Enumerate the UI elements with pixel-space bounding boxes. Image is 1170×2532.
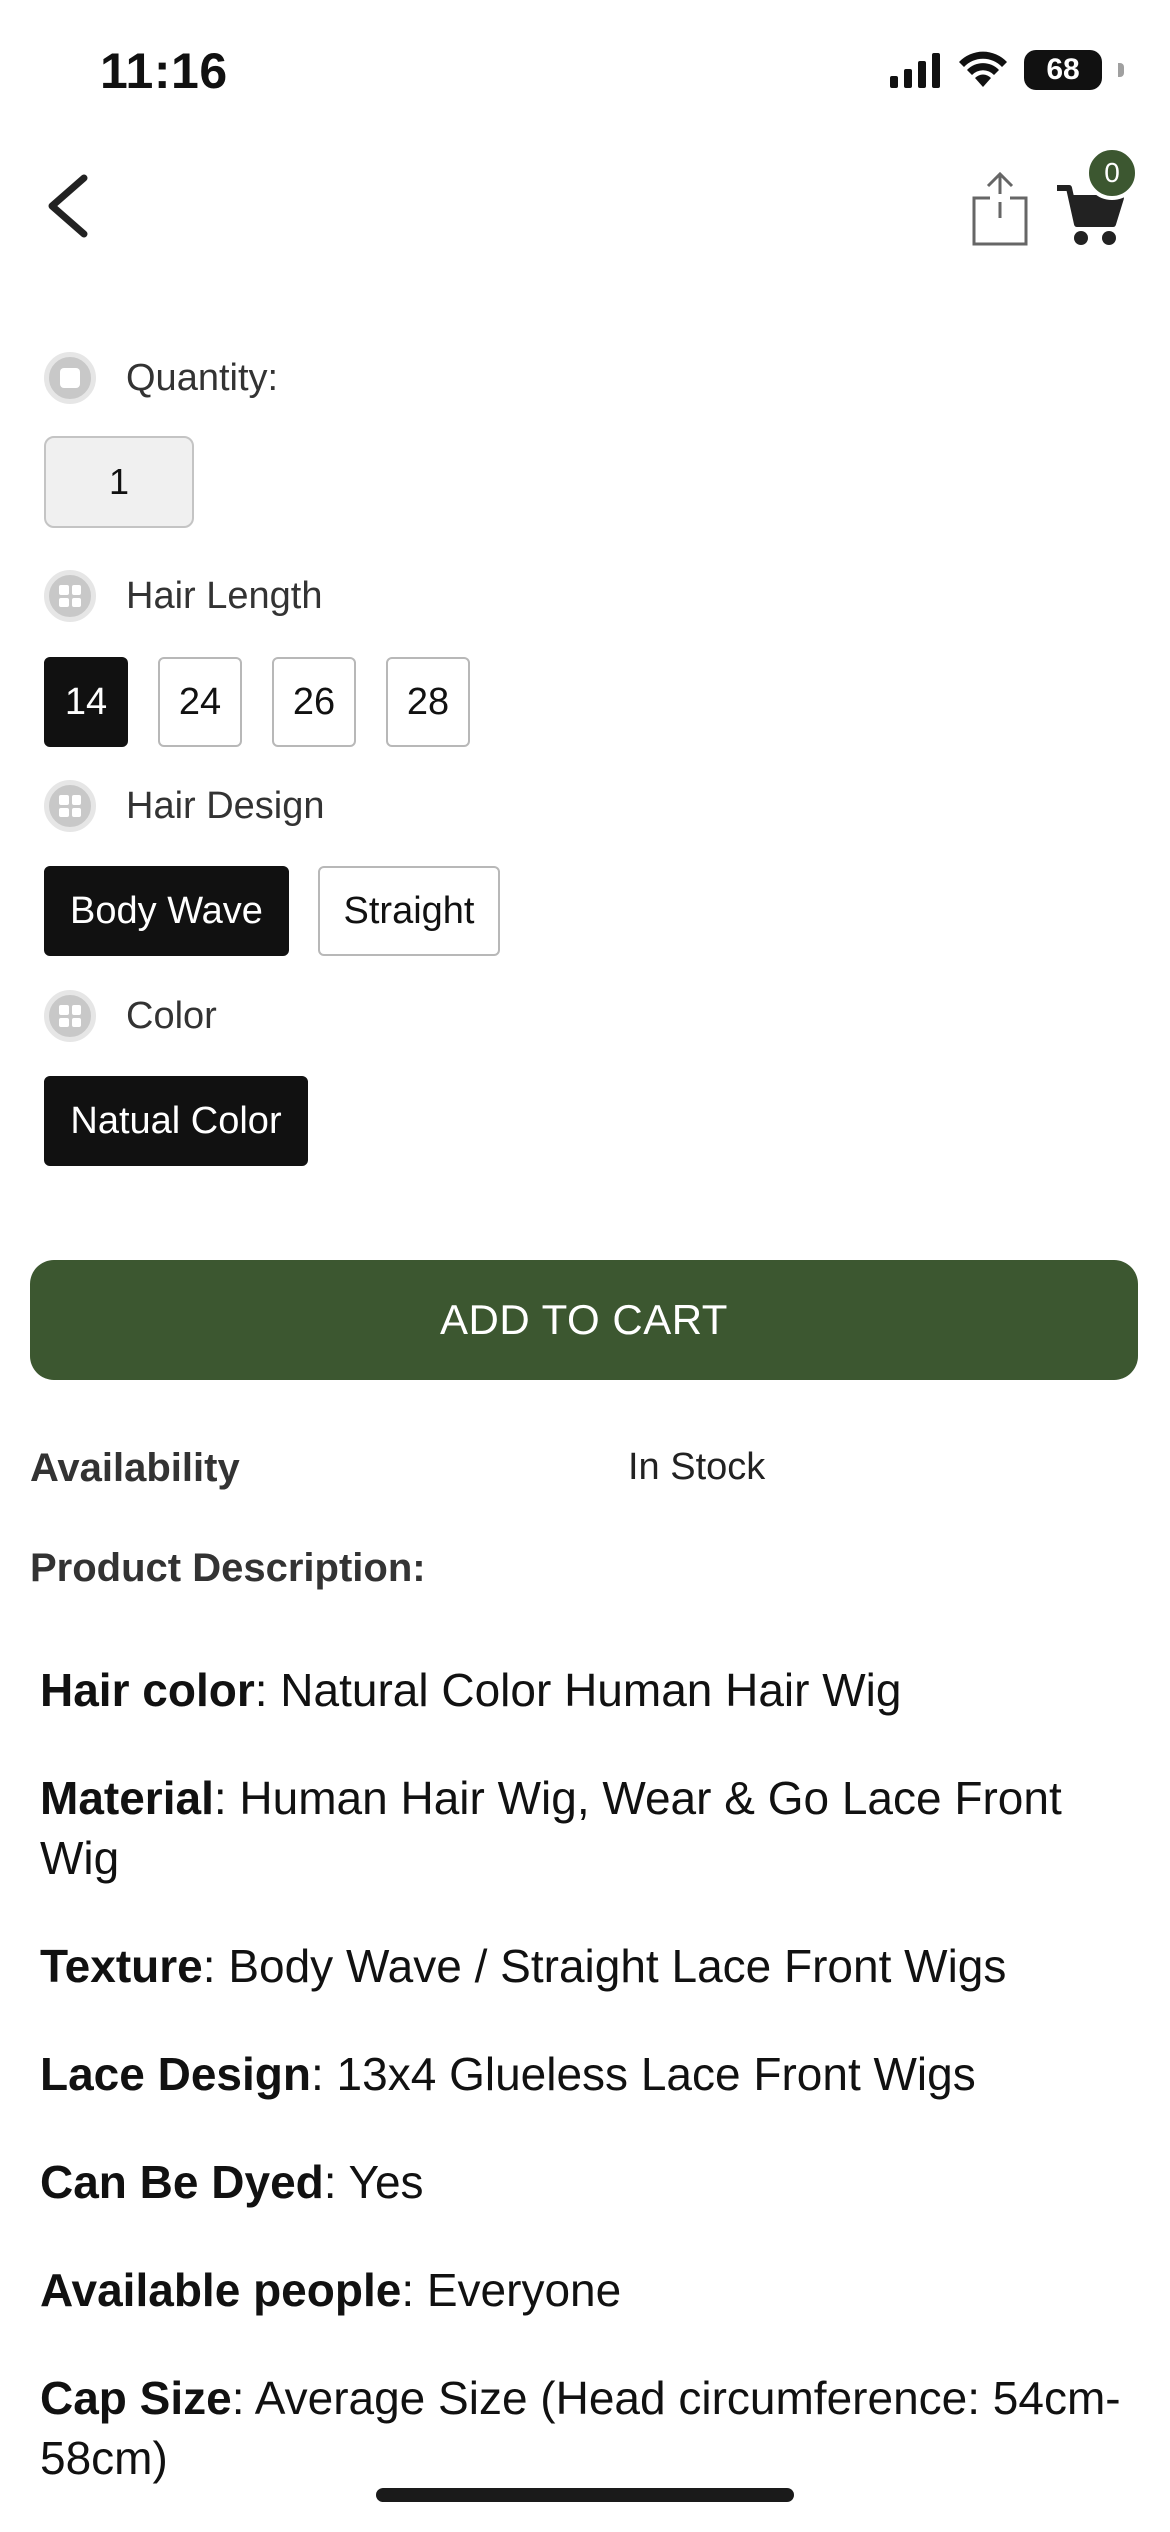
description-item: Can Be Dyed: Yes	[40, 2152, 1130, 2212]
product-description-list: Hair color: Natural Color Human Hair Wig…	[40, 1660, 1130, 2532]
hair-design-label: Hair Design	[126, 784, 325, 827]
wifi-icon	[959, 51, 1007, 87]
product-options-page: 11:16 68 0 Quantity: 1 Hair Length 14 24…	[0, 0, 1170, 2532]
hair-design-option-straight[interactable]: Straight	[318, 866, 500, 956]
battery-level: 68	[1046, 53, 1080, 86]
color-label: Color	[126, 994, 217, 1037]
hair-length-option-24[interactable]: 24	[158, 657, 242, 747]
cellular-signal-icon	[890, 53, 940, 88]
quantity-option-icon	[44, 352, 96, 404]
hair-length-label-row: Hair Length	[44, 570, 322, 622]
product-description-heading: Product Description:	[30, 1546, 426, 1590]
back-button[interactable]	[40, 170, 110, 240]
description-key: Available people	[40, 2264, 402, 2316]
status-icons: 68	[890, 50, 1124, 90]
status-time: 11:16	[100, 43, 228, 99]
chevron-left-icon	[48, 174, 88, 238]
battery-cap	[1118, 63, 1124, 77]
home-indicator[interactable]	[376, 2488, 794, 2502]
description-key: Texture	[40, 1940, 203, 1992]
description-value: : Yes	[323, 2156, 424, 2208]
description-key: Lace Design	[40, 2048, 311, 2100]
description-key: Can Be Dyed	[40, 2156, 324, 2208]
quantity-label-row: Quantity:	[44, 352, 278, 404]
color-label-row: Color	[44, 990, 217, 1042]
description-key: Hair color	[40, 1664, 255, 1716]
availability-label: Availability	[30, 1446, 240, 1490]
battery-indicator: 68	[1024, 50, 1102, 90]
share-icon	[972, 171, 1028, 246]
description-key: Cap Size	[40, 2372, 232, 2424]
description-value: : 13x4 Glueless Lace Front Wigs	[311, 2048, 976, 2100]
cart-count-badge: 0	[1085, 146, 1139, 200]
description-item: Lace Design: 13x4 Glueless Lace Front Wi…	[40, 2044, 1130, 2104]
description-item: Texture: Body Wave / Straight Lace Front…	[40, 1936, 1130, 1996]
description-value: : Body Wave / Straight Lace Front Wigs	[202, 1940, 1007, 1992]
hair-length-option-26[interactable]: 26	[272, 657, 356, 747]
description-value: : Everyone	[401, 2264, 622, 2316]
hair-length-option-icon	[44, 570, 96, 622]
share-button[interactable]	[970, 170, 1030, 248]
hair-length-label: Hair Length	[126, 574, 323, 617]
description-item: Available people: Everyone	[40, 2260, 1130, 2320]
description-value: : Natural Color Human Hair Wig	[254, 1664, 902, 1716]
description-key: Material	[40, 1772, 214, 1824]
description-item: Material: Human Hair Wig, Wear & Go Lace…	[40, 1768, 1130, 1888]
hair-design-option-body-wave[interactable]: Body Wave	[44, 866, 289, 956]
quantity-label: Quantity:	[126, 356, 279, 399]
color-option-natual-color[interactable]: Natual Color	[44, 1076, 308, 1166]
color-option-icon	[44, 990, 96, 1042]
description-item: Hair color: Natural Color Human Hair Wig	[40, 1660, 1130, 1720]
hair-design-option-icon	[44, 780, 96, 832]
add-to-cart-button[interactable]: ADD TO CART	[30, 1260, 1138, 1380]
hair-design-label-row: Hair Design	[44, 780, 325, 832]
hair-length-option-14[interactable]: 14	[44, 657, 128, 747]
hair-length-option-28[interactable]: 28	[386, 657, 470, 747]
quantity-input[interactable]: 1	[44, 436, 194, 528]
description-item: Cap Size: Average Size (Head circumferen…	[40, 2368, 1130, 2488]
availability-value: In Stock	[628, 1446, 766, 1488]
